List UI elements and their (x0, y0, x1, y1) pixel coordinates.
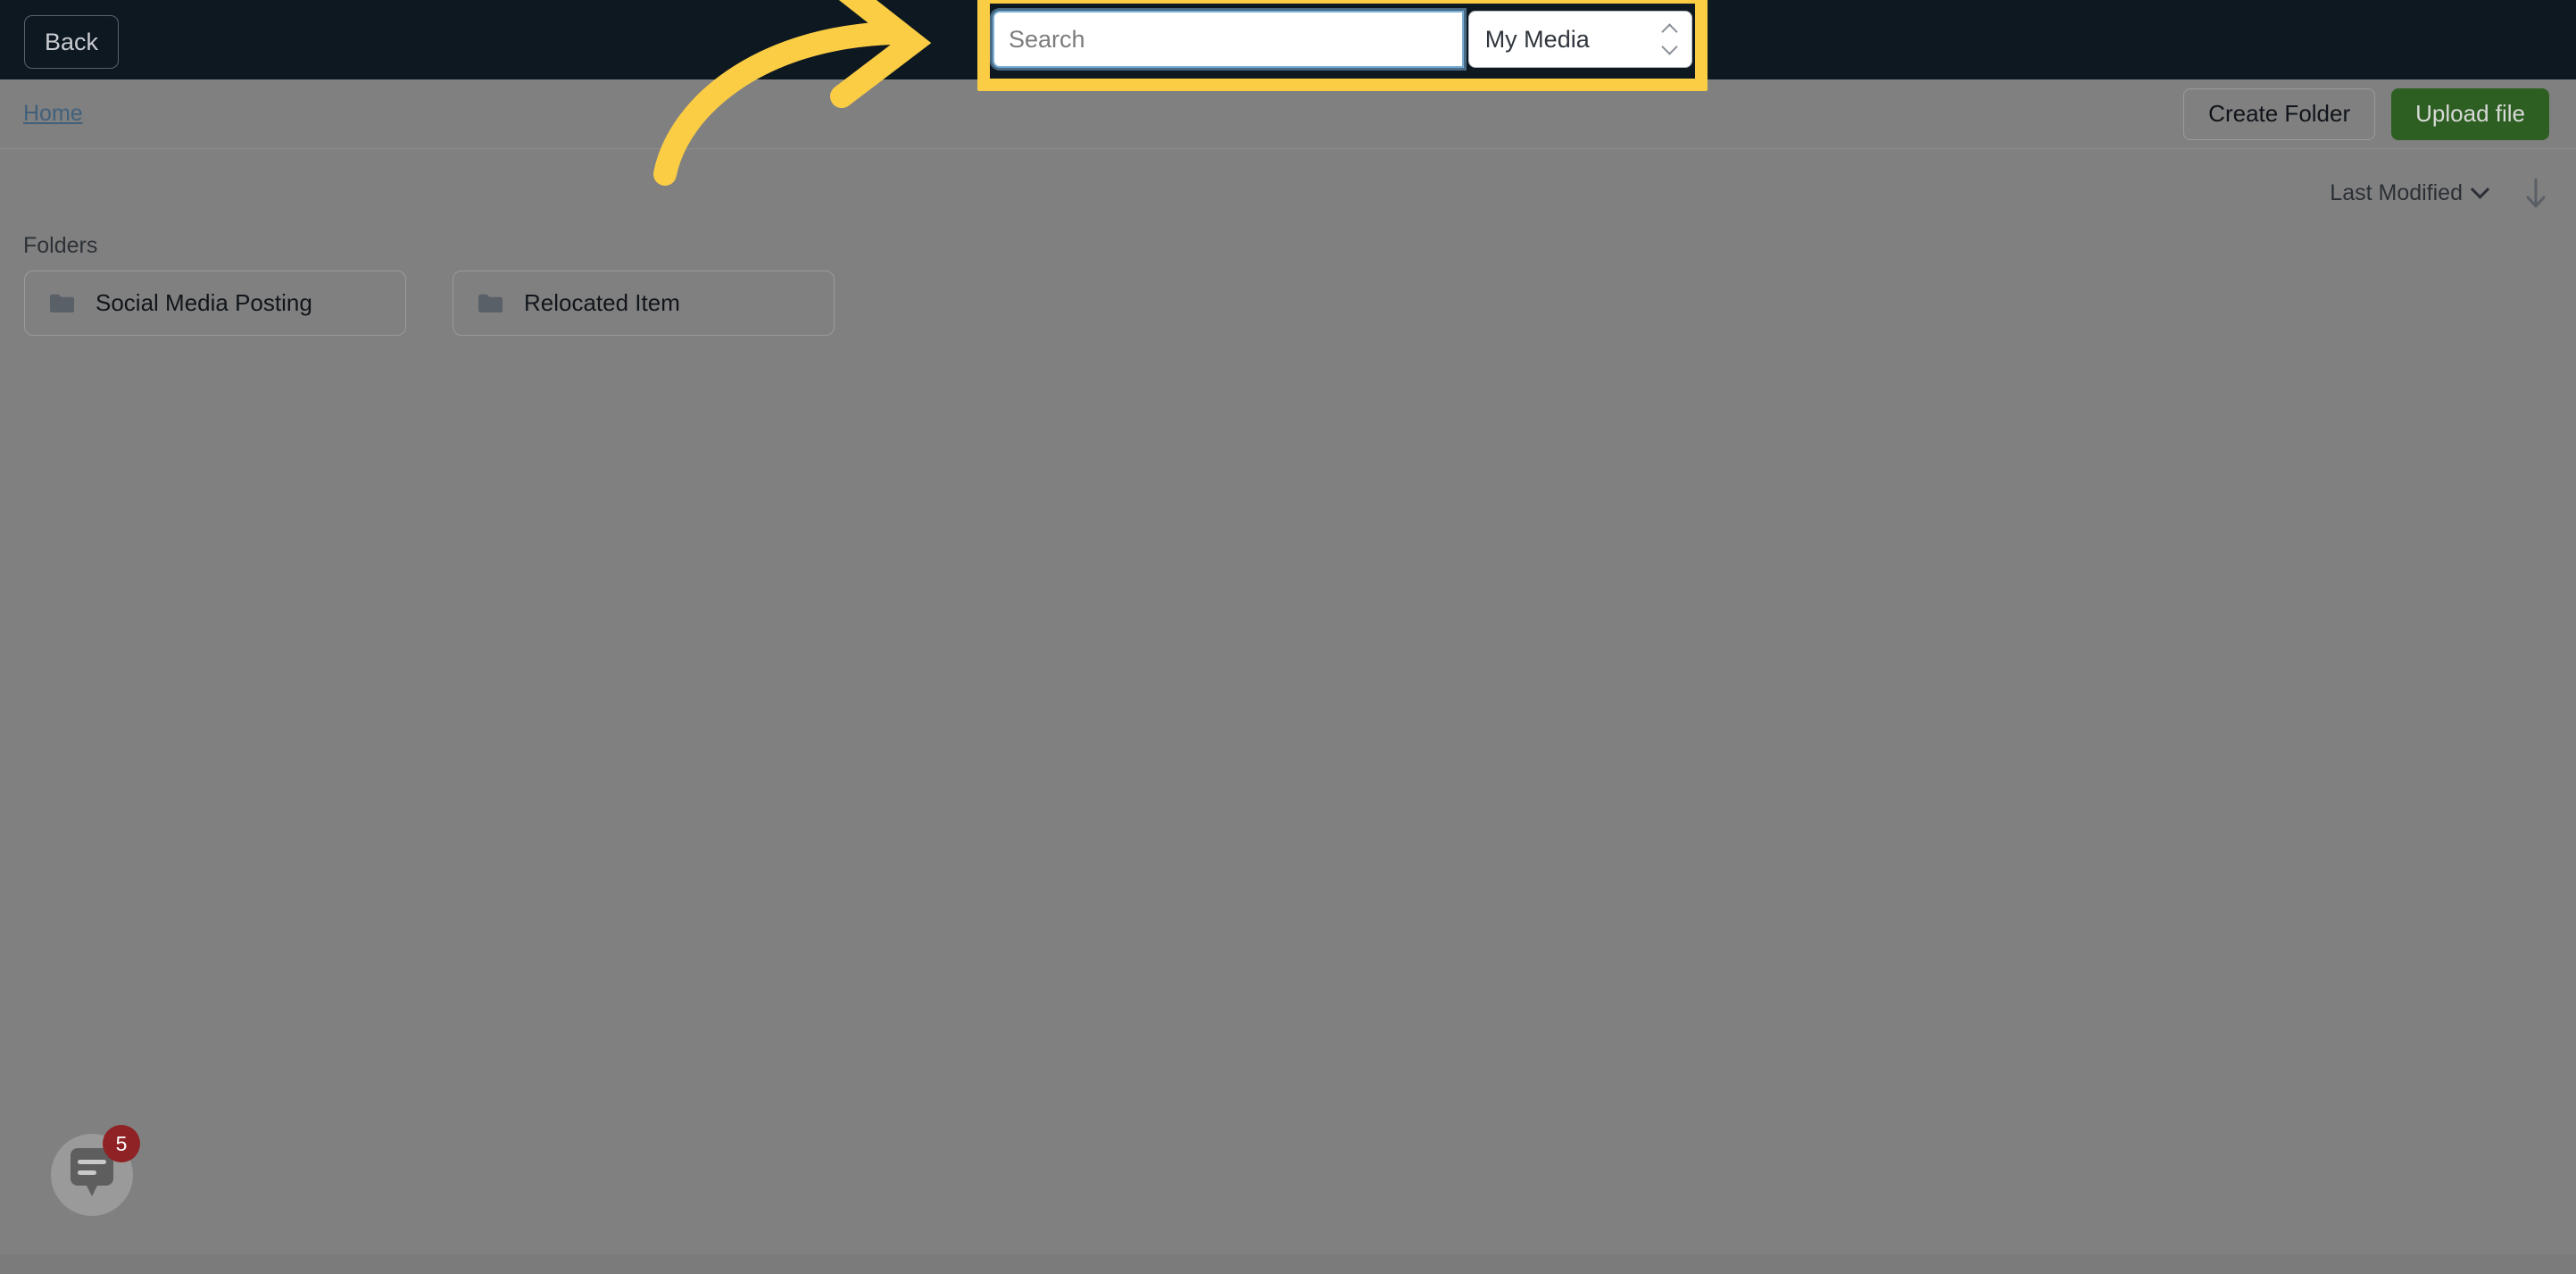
back-button[interactable]: Back (24, 15, 119, 69)
breadcrumb-actions: Create Folder Upload file (2183, 87, 2549, 140)
folder-name: Social Media Posting (96, 289, 312, 316)
folder-name: Relocated Item (524, 289, 680, 316)
chat-unread-badge: 5 (103, 1125, 140, 1162)
media-scope-select-wrapper: My Media (1467, 11, 1692, 68)
folder-card[interactable]: Relocated Item (453, 271, 835, 336)
sort-direction-arrow-down-icon[interactable] (2521, 175, 2551, 211)
folder-grid: Social Media Posting Relocated Item (24, 271, 835, 336)
media-scope-select[interactable]: My Media (1467, 11, 1692, 68)
sort-row: Last Modified (2330, 175, 2551, 211)
breadcrumb-home-link[interactable]: Home (23, 101, 83, 127)
folder-icon (478, 294, 503, 312)
sort-field-dropdown[interactable]: Last Modified (2330, 179, 2490, 206)
chevron-down-icon (2470, 179, 2490, 199)
search-cluster: My Media (993, 11, 1692, 68)
sort-field-label: Last Modified (2330, 179, 2463, 205)
upload-file-button[interactable]: Upload file (2391, 87, 2549, 140)
breadcrumb-bar: Home Create Folder Upload file (0, 79, 2576, 149)
search-input[interactable] (993, 11, 1464, 68)
bottom-strip (0, 1254, 2576, 1274)
folder-card[interactable]: Social Media Posting (24, 271, 406, 336)
create-folder-button[interactable]: Create Folder (2183, 87, 2376, 140)
folder-icon (50, 294, 74, 312)
chat-widget-button[interactable]: 5 (49, 1125, 140, 1218)
folders-section-label: Folders (23, 233, 98, 258)
